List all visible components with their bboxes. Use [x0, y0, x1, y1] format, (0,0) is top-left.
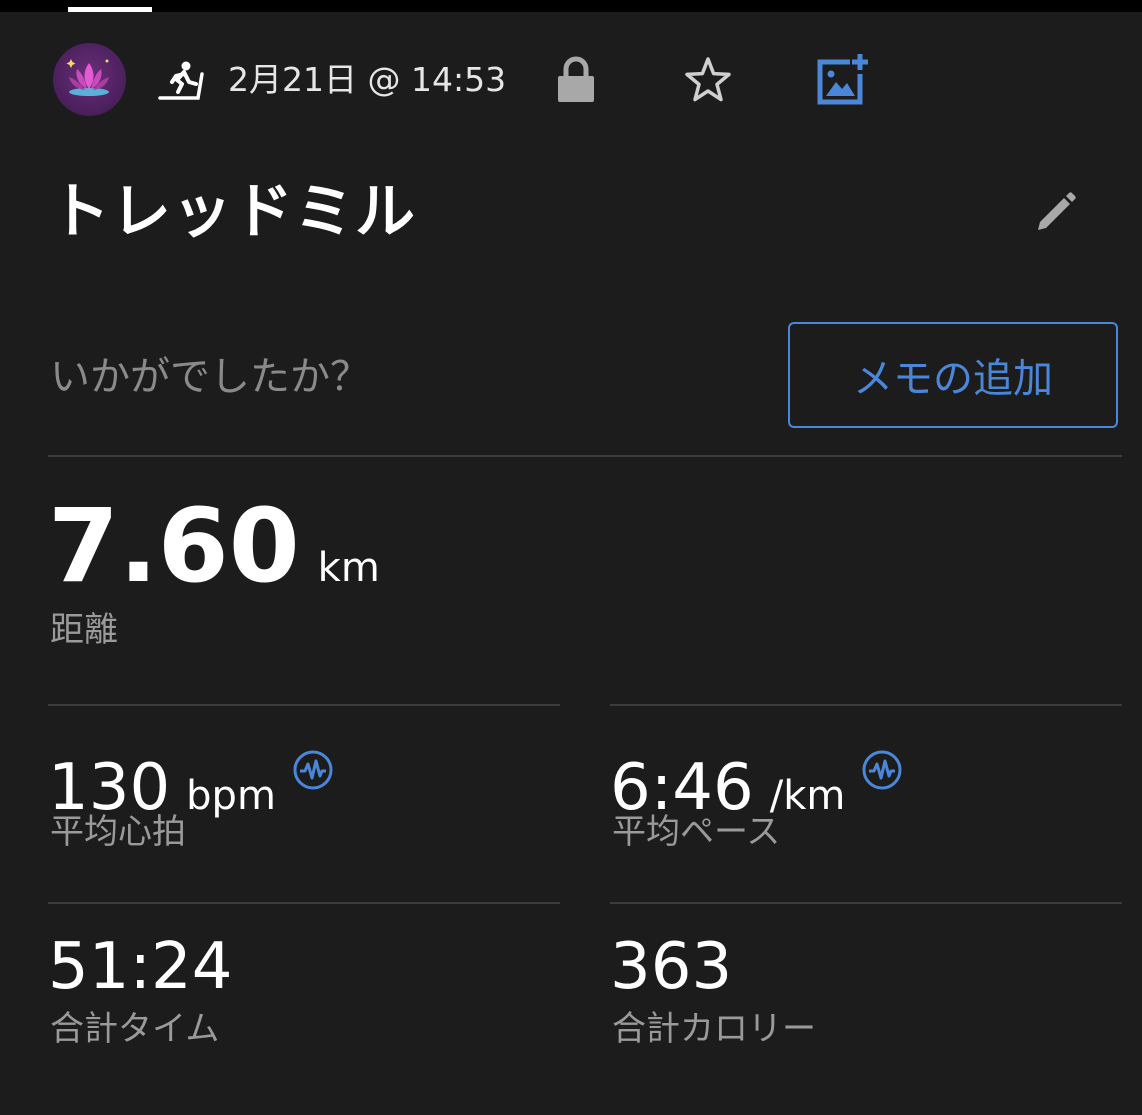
distance-number: 7.60: [48, 487, 300, 606]
distance-unit: km: [317, 545, 380, 591]
star-icon[interactable]: [682, 55, 734, 105]
lotus-icon: [66, 59, 109, 96]
sensor-data-icon[interactable]: [292, 732, 334, 790]
avg-pace-unit: /km: [769, 773, 846, 819]
activity-detail-screen: 2月21日 @ 14:53 トレッドミル いかがでしたか？ メモの追加 7.60…: [0, 0, 1142, 1115]
activity-title: トレッドミル: [50, 177, 416, 247]
total-calories-label: 合計カロリー: [612, 1009, 816, 1049]
activity-header: 2月21日 @ 14:53: [0, 40, 1142, 120]
divider: [610, 902, 1122, 904]
lotus-avatar[interactable]: [53, 43, 126, 116]
active-tab-indicator: [68, 7, 152, 12]
distance-label: 距離: [50, 610, 118, 650]
pencil-edit-icon[interactable]: [1030, 186, 1080, 236]
feedback-prompt: いかがでしたか？: [50, 354, 370, 400]
total-time-label: 合計タイム: [50, 1009, 220, 1049]
activity-date: 2月21日 @ 14:53: [228, 60, 507, 99]
treadmill-runner-icon: [158, 60, 204, 102]
distance-value: 7.60 km: [48, 492, 380, 623]
avg-hr-label: 平均心拍: [50, 812, 186, 852]
divider: [48, 704, 560, 706]
lock-icon[interactable]: [556, 56, 596, 104]
divider: [610, 704, 1122, 706]
total-time-value: 51:24: [48, 930, 233, 1004]
divider: [48, 455, 1122, 457]
add-memo-button[interactable]: メモの追加: [788, 322, 1118, 428]
avg-pace-label: 平均ペース: [612, 812, 781, 852]
total-calories-value: 363: [610, 930, 733, 1004]
divider: [48, 902, 560, 904]
add-photo-icon[interactable]: [814, 52, 870, 108]
avg-hr-unit: bpm: [186, 773, 276, 819]
sensor-data-icon[interactable]: [861, 732, 903, 790]
top-tab-bar: [0, 0, 1142, 12]
